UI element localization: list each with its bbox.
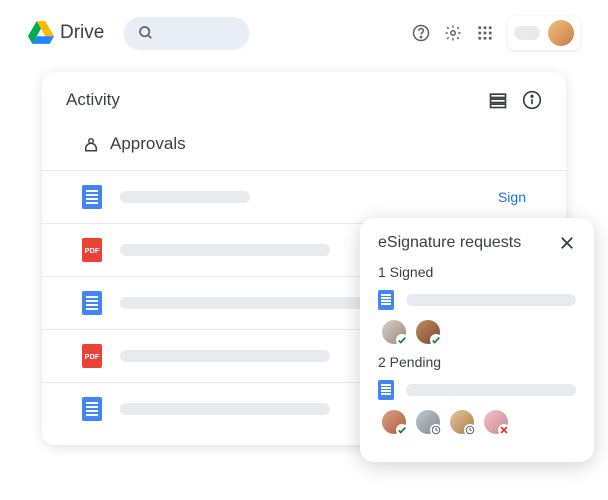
settings-icon[interactable] bbox=[444, 24, 462, 42]
file-row[interactable]: Sign bbox=[42, 170, 566, 223]
sign-action[interactable]: Sign bbox=[498, 189, 526, 205]
header-icons bbox=[412, 16, 580, 50]
doc-file-icon bbox=[378, 290, 394, 310]
cross-badge-icon bbox=[498, 424, 510, 436]
close-icon[interactable] bbox=[558, 234, 576, 252]
activity-title: Activity bbox=[66, 90, 488, 110]
signer-avatar[interactable] bbox=[448, 408, 476, 436]
file-name-placeholder bbox=[120, 403, 330, 415]
info-icon[interactable] bbox=[522, 90, 542, 110]
doc-file-icon bbox=[378, 380, 394, 400]
status-label: 1 Signed bbox=[378, 264, 576, 280]
list-view-icon[interactable] bbox=[488, 90, 508, 110]
esignature-popup: eSignature requests 1 Signed 2 Pending bbox=[360, 218, 594, 462]
search-input[interactable] bbox=[124, 17, 249, 49]
product-name: Drive bbox=[60, 22, 104, 44]
signer-avatar[interactable] bbox=[380, 318, 408, 346]
status-label: 2 Pending bbox=[378, 354, 576, 370]
file-name-placeholder bbox=[120, 191, 250, 203]
help-icon[interactable] bbox=[412, 24, 430, 42]
check-badge-icon bbox=[396, 424, 408, 436]
clock-badge-icon bbox=[464, 424, 476, 436]
signer-avatar[interactable] bbox=[414, 318, 442, 346]
search-icon bbox=[138, 25, 154, 41]
file-name-placeholder bbox=[120, 350, 330, 362]
doc-name-placeholder bbox=[406, 294, 576, 306]
popup-header: eSignature requests bbox=[378, 234, 576, 252]
signer-avatar[interactable] bbox=[380, 408, 408, 436]
signer-avatar[interactable] bbox=[414, 408, 442, 436]
activity-header: Activity bbox=[42, 72, 566, 120]
approvals-icon bbox=[82, 135, 100, 153]
file-name-placeholder bbox=[120, 297, 400, 309]
file-name-placeholder bbox=[120, 244, 330, 256]
check-badge-icon bbox=[430, 334, 442, 346]
popup-title: eSignature requests bbox=[378, 234, 558, 252]
drive-logo-group[interactable]: Drive bbox=[28, 21, 104, 45]
doc-name-placeholder bbox=[406, 384, 576, 396]
doc-file-icon bbox=[82, 397, 102, 421]
pdf-file-icon bbox=[82, 344, 102, 368]
approvals-tab[interactable]: Approvals bbox=[42, 120, 566, 170]
pdf-file-icon bbox=[82, 238, 102, 262]
user-avatar bbox=[548, 20, 574, 46]
approvals-label: Approvals bbox=[110, 134, 186, 154]
signer-avatars bbox=[378, 408, 576, 436]
doc-file-icon bbox=[82, 291, 102, 315]
check-badge-icon bbox=[396, 334, 408, 346]
apps-icon[interactable] bbox=[476, 24, 494, 42]
clock-badge-icon bbox=[430, 424, 442, 436]
status-doc-row[interactable] bbox=[378, 380, 576, 400]
drive-logo-icon bbox=[28, 21, 54, 45]
account-switcher[interactable] bbox=[508, 16, 580, 50]
signer-avatar[interactable] bbox=[482, 408, 510, 436]
account-pill bbox=[514, 26, 540, 40]
header: Drive bbox=[0, 0, 608, 66]
status-doc-row[interactable] bbox=[378, 290, 576, 310]
signer-avatars bbox=[378, 318, 576, 346]
doc-file-icon bbox=[82, 185, 102, 209]
